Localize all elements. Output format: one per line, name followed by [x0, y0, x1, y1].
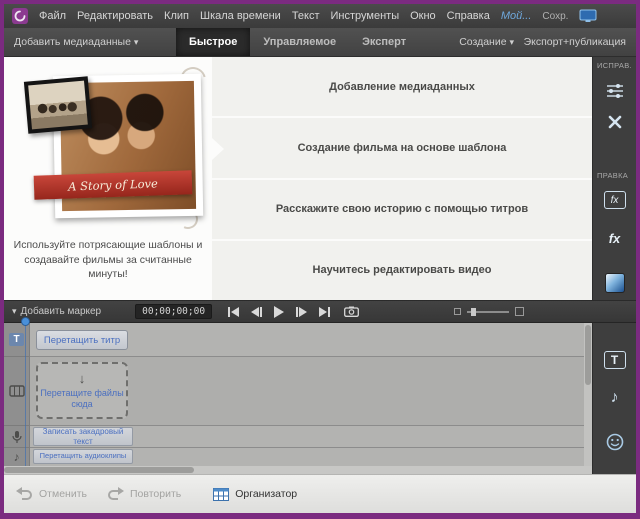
track-header-column: T ♪ — [4, 323, 30, 466]
menu-text[interactable]: Текст — [292, 10, 320, 22]
drag-audio-button[interactable]: Перетащить аудиоклипы — [33, 449, 133, 464]
quick-start-options: Добавление медиаданных Создание фильма н… — [212, 57, 592, 300]
fix-tools-icon[interactable] — [606, 113, 624, 131]
transitions-gradient-icon[interactable] — [605, 273, 625, 293]
down-arrow-icon: ↓ — [79, 371, 86, 387]
add-media-dropdown[interactable]: Добавить медиаданные ▾ — [14, 36, 138, 48]
add-media-label: Добавить медиаданные — [14, 36, 131, 48]
timeline-toolbar: ▾ Добавить маркер 00;00;00;00 — [4, 300, 636, 323]
save-status: Сохр. — [542, 11, 568, 22]
scrollbar-thumb[interactable] — [585, 325, 591, 385]
option-instant-movie[interactable]: Создание фильма на основе шаблона — [212, 118, 592, 177]
timeline-horizontal-scrollbar[interactable] — [4, 466, 592, 474]
menu-bar: Файл Редактировать Клип Шкала времени Те… — [4, 4, 636, 28]
voice-track[interactable]: Записать закадровый текст — [30, 426, 592, 448]
option-titles-story[interactable]: Расскажите свою историю с помощью титров — [212, 180, 592, 239]
title-track-icon: T — [9, 333, 24, 346]
option-learn-editing[interactable]: Научитесь редактировать видео — [212, 241, 592, 300]
chevron-down-icon: ▾ — [12, 306, 17, 317]
redo-button[interactable]: Повторить — [107, 487, 181, 501]
action-sidebar: ИСПРАВ. ПРАВКА fx fx ДОБАВЛ. T ♪ — [592, 57, 636, 475]
menu-edit[interactable]: Редактировать — [77, 10, 153, 22]
go-to-start-button[interactable] — [228, 307, 239, 317]
chevron-down-icon: ▾ — [509, 37, 514, 47]
create-dropdown[interactable]: Создание ▾ — [459, 36, 514, 48]
export-publish-button[interactable]: Экспорт+публикация — [524, 36, 626, 48]
add-marker-label: Добавить маркер — [21, 306, 102, 317]
effects-icon[interactable]: fx — [609, 231, 621, 246]
edit-section-label: ПРАВКА — [597, 171, 628, 180]
promo-panel: A Story of Love Используйте потрясающие … — [4, 57, 212, 300]
audio-track[interactable]: Перетащить аудиоклипы — [30, 448, 592, 466]
promo-caption: Используйте потрясающие шаблоны и создав… — [12, 238, 204, 282]
step-forward-button[interactable] — [296, 307, 307, 317]
timeline-vertical-scrollbar[interactable] — [584, 323, 592, 466]
undo-label: Отменить — [39, 488, 87, 500]
title-track[interactable]: Перетащить титр — [30, 323, 592, 357]
tab-expert[interactable]: Эксперт — [349, 28, 419, 56]
menu-window[interactable]: Окно — [410, 10, 436, 22]
menu-file[interactable]: Файл — [39, 10, 66, 22]
drag-title-button[interactable]: Перетащить титр — [36, 330, 128, 350]
graphics-smiley-icon[interactable] — [606, 433, 624, 451]
zoom-track[interactable] — [467, 311, 509, 313]
bottom-bar: Отменить Повторить Организатор — [4, 474, 636, 513]
timeline-panel: T ♪ Перетащить титр ↓ Перетащите файлы с… — [4, 323, 592, 466]
pointer-arrow — [212, 138, 224, 160]
titles-icon[interactable]: T — [604, 351, 626, 369]
organizer-button[interactable]: Организатор — [213, 488, 297, 501]
group-photo — [24, 76, 92, 133]
chevron-down-icon: ▾ — [134, 37, 139, 47]
title-letter: T — [604, 351, 626, 369]
fx-text: fx — [609, 231, 621, 246]
menu-timeline[interactable]: Шкала времени — [200, 10, 281, 22]
app-logo-icon — [12, 8, 28, 24]
timeline-tracks: Перетащить титр ↓ Перетащите файлы сюда … — [30, 323, 592, 466]
audio-track-icon: ♪ — [14, 450, 20, 464]
undo-button[interactable]: Отменить — [16, 487, 87, 501]
add-marker-dropdown[interactable]: ▾ Добавить маркер — [12, 306, 101, 317]
zoom-in-icon[interactable] — [515, 307, 524, 316]
mode-tabs: Быстрое Управляемое Эксперт — [176, 28, 419, 56]
gradient-square — [605, 273, 625, 293]
media-dropzone[interactable]: ↓ Перетащите файлы сюда — [36, 362, 128, 419]
play-button[interactable] — [274, 306, 284, 318]
snapshot-camera-icon[interactable] — [344, 306, 359, 317]
fix-section-label: ИСПРАВ. — [597, 61, 632, 70]
tab-quick[interactable]: Быстрое — [176, 28, 250, 56]
project-name[interactable]: Мой... — [501, 10, 532, 22]
redo-label: Повторить — [130, 488, 181, 500]
playhead-handle[interactable] — [21, 317, 30, 326]
group-photo-image — [28, 81, 88, 130]
zoom-thumb[interactable] — [471, 308, 476, 316]
music-note-icon[interactable]: ♪ — [611, 389, 619, 407]
tab-guided[interactable]: Управляемое — [250, 28, 349, 56]
organizer-label: Организатор — [235, 488, 297, 500]
promo-collage-image: A Story of Love — [26, 73, 204, 225]
zoom-slider[interactable] — [454, 307, 524, 316]
record-narration-button[interactable]: Записать закадровый текст — [33, 427, 133, 446]
zoom-out-icon[interactable] — [454, 308, 461, 315]
scrollbar-thumb[interactable] — [4, 467, 194, 473]
playhead-line — [25, 323, 26, 466]
menu-clip[interactable]: Клип — [164, 10, 189, 22]
premiere-elements-window: Файл Редактировать Клип Шкала времени Те… — [0, 0, 640, 519]
step-back-button[interactable] — [251, 307, 262, 317]
adjust-sliders-icon[interactable] — [606, 83, 624, 99]
timecode-display[interactable]: 00;00;00;00 — [135, 304, 212, 319]
dropzone-label: Перетащите файлы сюда — [40, 388, 124, 410]
effects-box-icon[interactable]: fx — [604, 191, 626, 209]
menu-help[interactable]: Справка — [447, 10, 490, 22]
go-to-end-button[interactable] — [319, 307, 330, 317]
video-track[interactable]: ↓ Перетащите файлы сюда — [30, 357, 592, 426]
option-add-media[interactable]: Добавление медиаданных — [212, 57, 592, 116]
transport-controls — [228, 306, 330, 318]
mode-tab-bar: Добавить медиаданные ▾ Быстрое Управляем… — [4, 28, 636, 57]
fx-badge: fx — [604, 191, 626, 209]
create-label: Создание — [459, 36, 506, 48]
monitor-icon[interactable] — [579, 9, 597, 23]
note-glyph: ♪ — [611, 389, 619, 407]
menu-tools[interactable]: Инструменты — [331, 10, 400, 22]
